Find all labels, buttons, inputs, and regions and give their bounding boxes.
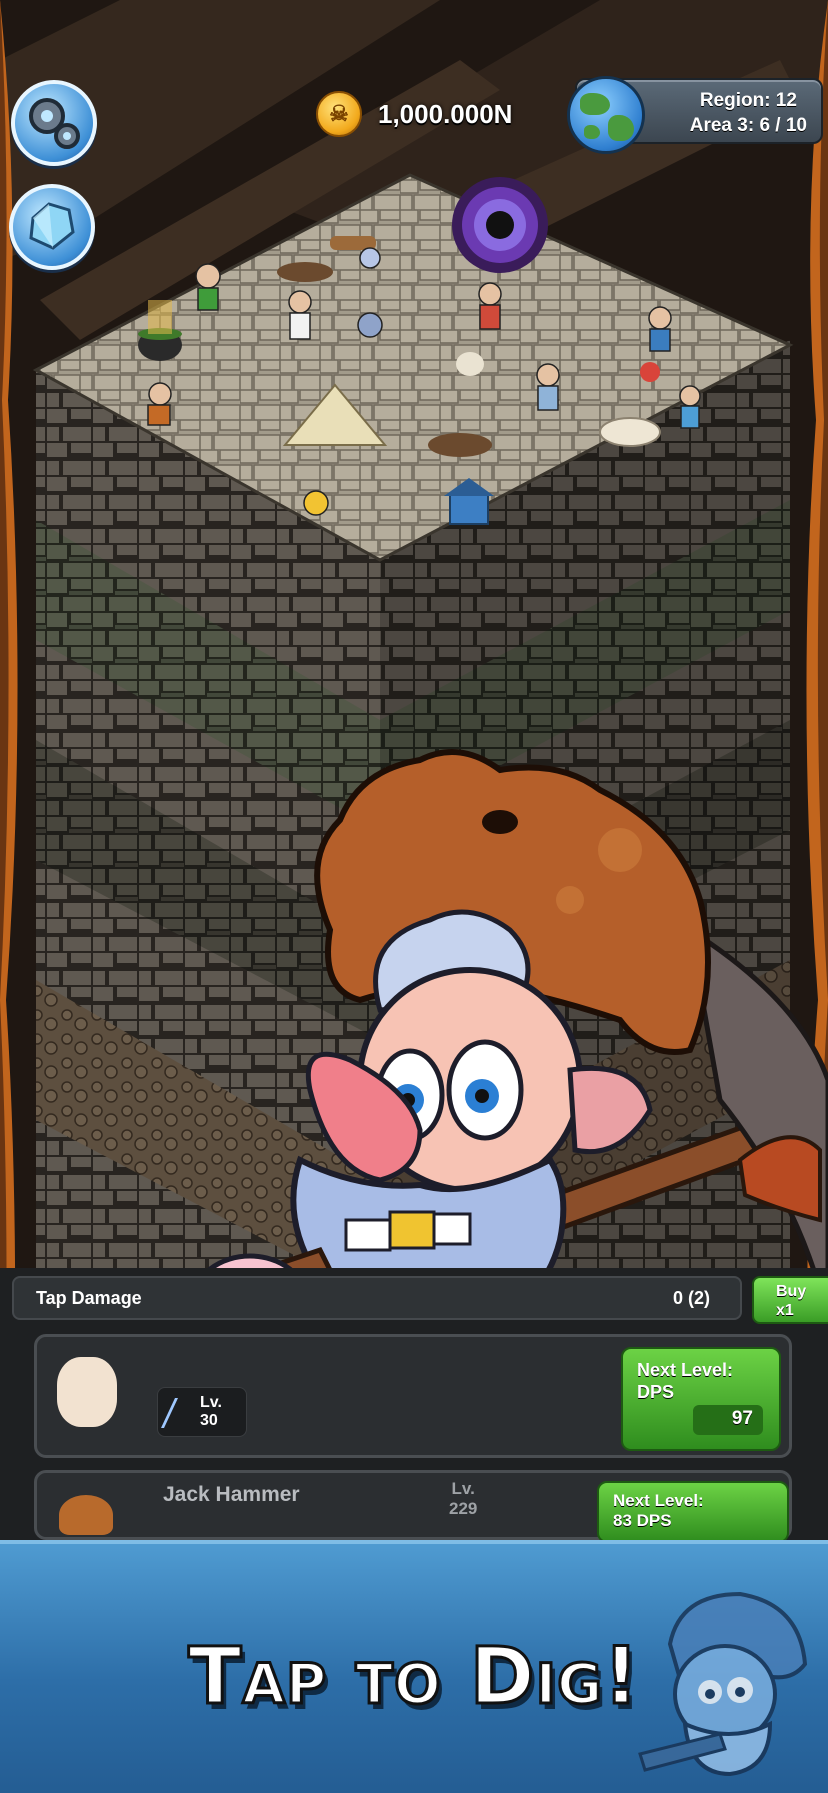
hero-level-badge: Lv. 30 bbox=[157, 1387, 247, 1437]
level-up-cost: 97 bbox=[693, 1405, 763, 1435]
next-level-dps: DPS bbox=[637, 1382, 675, 1402]
hero-row[interactable]: Jack Hammer Lv. 229 Next Level: 83 DPS bbox=[34, 1470, 792, 1543]
level-prefix: Lv. bbox=[200, 1394, 222, 1411]
next-level-dps: 83 DPS bbox=[613, 1511, 672, 1530]
next-level-label: Next Level: bbox=[637, 1360, 734, 1380]
region-info: Region: 12 Area 3: 6 / 10 bbox=[690, 88, 807, 138]
tap-damage-count: 0 (2) bbox=[672, 1288, 710, 1308]
skull-coin-icon: ☠ bbox=[316, 91, 362, 137]
promo-banner: Tap to Dig! bbox=[0, 1540, 828, 1793]
portal bbox=[452, 177, 548, 273]
next-level-label: Next Level: bbox=[613, 1491, 704, 1510]
hero-avatar bbox=[57, 1357, 117, 1427]
area-label: Area 3: 6 / 10 bbox=[689, 115, 807, 136]
gear-icon bbox=[29, 98, 80, 149]
level-value: 30 bbox=[200, 1412, 218, 1429]
region-panel[interactable]: Region: 12 Area 3: 6 / 10 bbox=[567, 76, 823, 154]
level-value: 229 bbox=[449, 1499, 478, 1518]
globe-icon bbox=[567, 76, 645, 154]
coin-amount: 1,000.000N bbox=[378, 98, 513, 129]
lightning-icon bbox=[161, 1398, 201, 1428]
hero-row[interactable]: Lv. 30 Next Level: DPS 97 bbox=[34, 1334, 792, 1458]
buy-multiplier: x1 bbox=[776, 1302, 794, 1319]
upgrade-panel: Tap Damage 0 (2) Buy x1 Lv. 30 Next Leve… bbox=[0, 1268, 828, 1543]
hero-avatar bbox=[59, 1495, 113, 1535]
level-up-button[interactable]: Next Level: 83 DPS bbox=[597, 1481, 789, 1543]
hero-level: Lv. 229 bbox=[449, 1479, 477, 1519]
gems-button[interactable] bbox=[9, 184, 95, 270]
coin-counter: ☠ 1,000.000N bbox=[316, 88, 512, 140]
buy-label: Buy bbox=[776, 1283, 807, 1300]
settings-button[interactable] bbox=[11, 80, 97, 166]
buy-multiplier-button[interactable]: Buy x1 bbox=[752, 1276, 828, 1324]
level-up-button[interactable]: Next Level: DPS 97 bbox=[621, 1347, 781, 1451]
hero-name: Jack Hammer bbox=[163, 1483, 300, 1506]
region-label: Region: 12 bbox=[699, 90, 797, 111]
level-prefix: Lv. bbox=[451, 1479, 475, 1498]
gem-icon bbox=[29, 202, 75, 250]
miner-mascot-icon bbox=[638, 1591, 808, 1777]
tap-damage-bar: Tap Damage 0 (2) bbox=[12, 1276, 742, 1320]
tap-damage-label: Tap Damage bbox=[36, 1288, 142, 1308]
